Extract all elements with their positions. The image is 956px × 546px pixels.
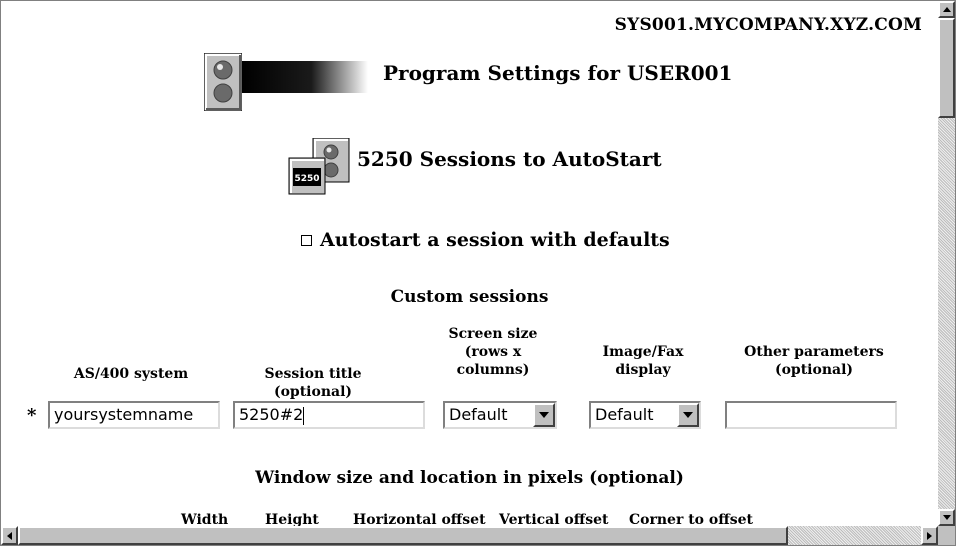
- scrollbar-corner: [938, 526, 955, 545]
- screen-size-select[interactable]: Default: [443, 401, 557, 429]
- image-fax-dropdown-button[interactable]: [677, 403, 699, 427]
- vertical-scrollbar[interactable]: [938, 1, 955, 526]
- col-screen-size: Screen size (rows x columns): [433, 325, 553, 379]
- screen-size-dropdown-button[interactable]: [533, 403, 555, 427]
- arrow-left-icon: [7, 531, 12, 540]
- col-horizontal-offset: Horizontal offset: [353, 512, 486, 526]
- col-image-fax-line2: display: [615, 362, 671, 378]
- as400-system-input[interactable]: yoursystemname: [48, 401, 220, 429]
- col-other-params-line1: Other parameters: [744, 344, 884, 360]
- col-screen-size-line3: columns): [456, 362, 530, 378]
- autostart-label: Autostart a session with defaults: [320, 229, 670, 251]
- arrow-down-icon: [942, 515, 951, 520]
- horizontal-scrollbar[interactable]: [1, 526, 938, 545]
- image-fax-value: Default: [595, 405, 654, 424]
- session-title-value: 5250#2: [239, 405, 304, 424]
- traffic-light-icon: [204, 53, 242, 111]
- custom-sessions-title: Custom sessions: [390, 287, 549, 307]
- window-size-title: Window size and location in pixels (opti…: [255, 468, 684, 488]
- screen-size-value: Default: [449, 405, 508, 424]
- vertical-scroll-thumb[interactable]: [938, 18, 955, 118]
- session-title-input[interactable]: 5250#2: [233, 401, 425, 429]
- col-screen-size-line1: Screen size: [448, 326, 538, 342]
- col-corner-to-offset: Corner to offset: [629, 512, 753, 526]
- chevron-down-icon: [539, 412, 549, 418]
- required-marker: *: [27, 405, 37, 426]
- scroll-right-button[interactable]: [921, 526, 938, 545]
- program-header: Program Settings for USER001: [1, 47, 938, 111]
- session-badge: 5250: [294, 174, 319, 184]
- chevron-down-icon: [683, 412, 693, 418]
- col-session-title: Session title (optional): [264, 366, 362, 400]
- page-content: SYS001.MYCOMPANY.XYZ.COM Program Setting…: [1, 1, 938, 526]
- autostart-option[interactable]: Autostart a session with defaults: [301, 229, 670, 251]
- image-fax-select[interactable]: Default: [589, 401, 701, 429]
- program-title: Program Settings for USER001: [383, 61, 733, 85]
- col-vertical-offset: Vertical offset: [499, 512, 609, 526]
- scroll-down-button[interactable]: [938, 509, 955, 526]
- sessions-title: 5250 Sessions to AutoStart: [357, 147, 662, 171]
- scroll-up-button[interactable]: [938, 1, 955, 18]
- arrow-right-icon: [927, 531, 932, 540]
- arrow-up-icon: [942, 7, 951, 12]
- col-screen-size-line2: (rows x: [464, 344, 522, 360]
- text-caret: [303, 406, 305, 425]
- other-parameters-input[interactable]: [725, 401, 897, 429]
- col-width: Width: [181, 512, 229, 526]
- autostart-checkbox[interactable]: [301, 234, 312, 246]
- col-other-params: Other parameters (optional): [729, 343, 899, 379]
- hostname-label: SYS001.MYCOMPANY.XYZ.COM: [614, 15, 922, 35]
- horizontal-scroll-thumb[interactable]: [18, 526, 788, 545]
- col-as400-system: AS/400 system: [73, 366, 189, 382]
- scroll-left-button[interactable]: [1, 526, 18, 545]
- session-5250-icon: 5250: [288, 138, 350, 195]
- col-other-params-line2: (optional): [774, 362, 854, 378]
- col-image-fax: Image/Fax display: [581, 343, 705, 379]
- col-height: Height: [265, 512, 319, 526]
- header-bar-graphic: [242, 61, 368, 93]
- as400-system-value: yoursystemname: [54, 405, 194, 424]
- col-image-fax-line1: Image/Fax: [602, 344, 684, 360]
